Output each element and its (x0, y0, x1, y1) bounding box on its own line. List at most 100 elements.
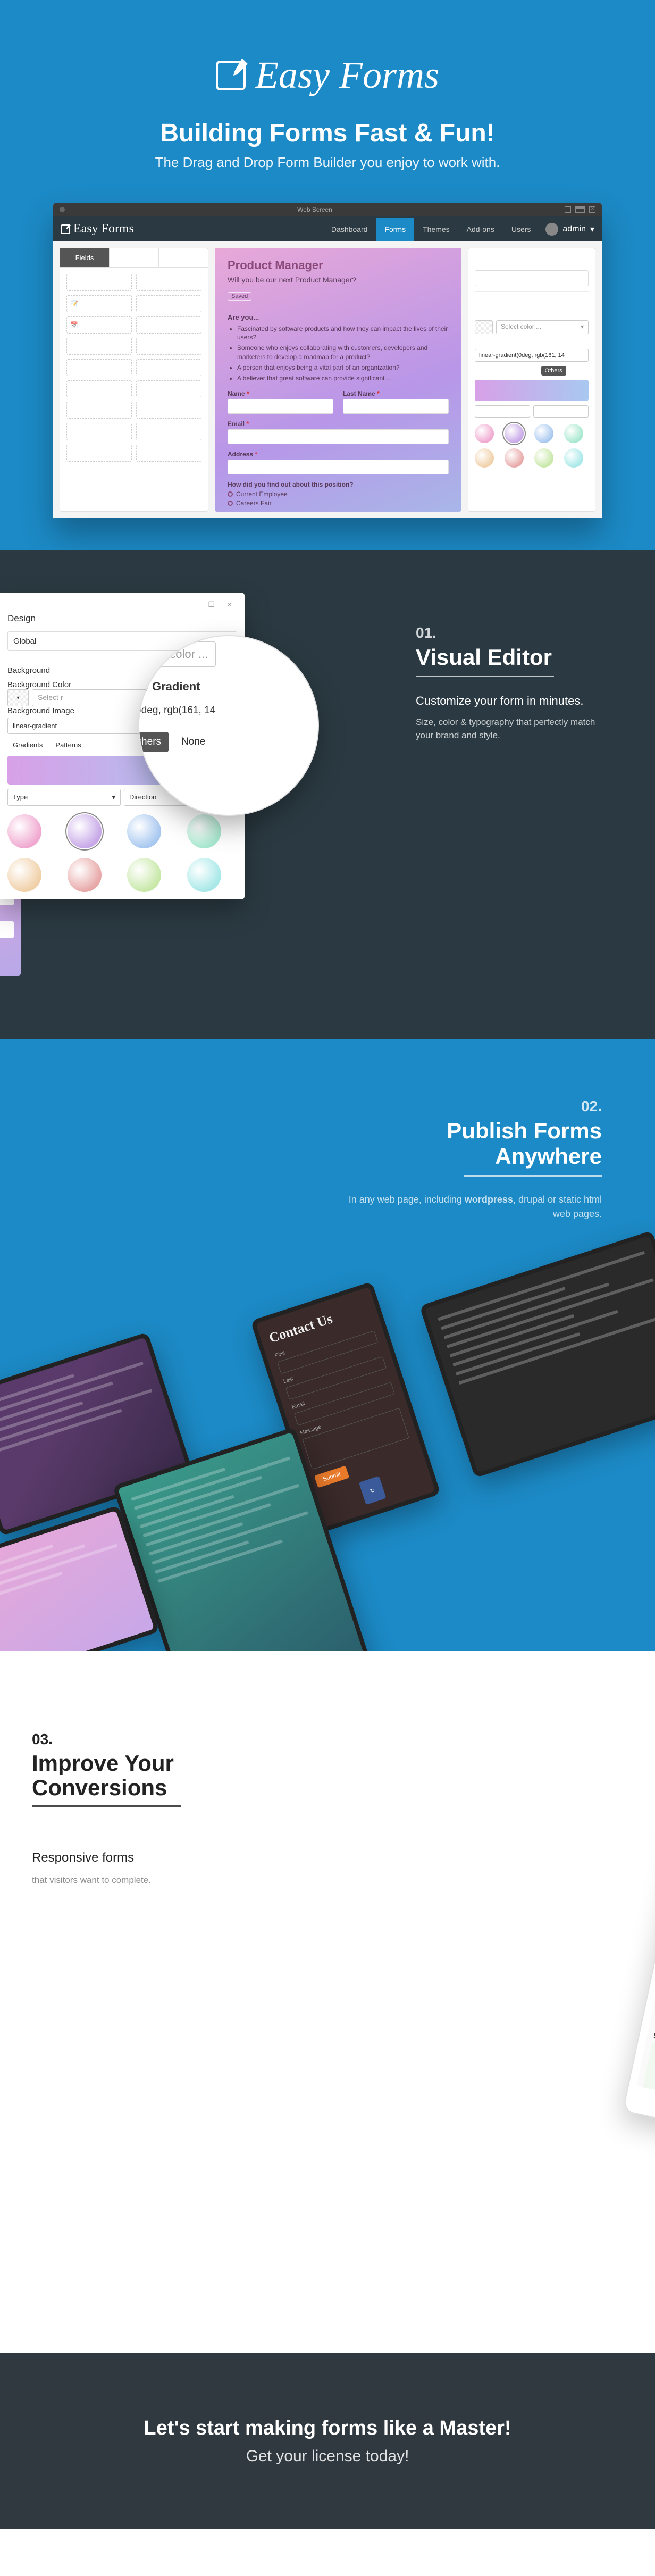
gradient-swatch[interactable] (127, 858, 161, 892)
tab-others[interactable]: Others (138, 732, 169, 752)
gradient-swatch[interactable] (534, 424, 553, 443)
field-item[interactable]: ⬆File Upload (136, 380, 201, 397)
field-item[interactable]: ✔Submit (136, 445, 201, 462)
nav-users[interactable]: Users (503, 218, 540, 241)
field-icon: ✉ (140, 321, 147, 329)
gradient-swatches (475, 424, 589, 468)
field-item[interactable]: ◉Radio Buttons (66, 359, 132, 376)
tablet-analytics: Easy Forms Stats Submissions Performance… (623, 1778, 655, 2164)
direction-select[interactable]: Direction▾ (533, 405, 589, 418)
tab-code[interactable]: Code (159, 248, 208, 267)
address-input[interactable] (228, 460, 449, 474)
gradient-input[interactable]: linear-gradient(0deg, rgb(161, 14 (475, 349, 589, 362)
q1-list: Fascinated by software products and how … (237, 324, 449, 382)
tab-settings[interactable]: Settings (110, 248, 159, 267)
color-select-zoom[interactable]: . color ... (155, 641, 216, 667)
gradient-swatch[interactable] (564, 424, 583, 443)
type-select[interactable]: Type▾ (475, 405, 530, 418)
nav-addons[interactable]: Add-ons (458, 218, 503, 241)
tab-none[interactable]: None (174, 732, 213, 752)
field-item[interactable]: ✎Signature (66, 445, 132, 462)
color-swatch[interactable]: ▾ (475, 320, 493, 334)
field-item[interactable]: ☑Checkboxes (136, 338, 201, 355)
field-icon: ✎ (70, 449, 78, 457)
hero-subtitle: The Drag and Drop Form Builder you enjoy… (21, 154, 634, 171)
field-item[interactable]: ¶Paragraph (136, 274, 201, 291)
bgimage-label: Background Image / Gradient (475, 339, 589, 347)
color-select[interactable]: Select color ...▾ (496, 320, 589, 334)
tab-patterns[interactable]: Patterns (50, 738, 86, 752)
tab-gradients[interactable]: Gradients (7, 738, 48, 752)
section-title: Publish FormsAnywhere (336, 1118, 602, 1170)
nav-dashboard[interactable]: Dashboard (323, 218, 376, 241)
bgcolor-label: Background Color (475, 311, 589, 318)
gradient-swatch[interactable] (7, 858, 41, 892)
gradient-swatch[interactable] (505, 424, 524, 443)
field-item[interactable]: ⎵Spacer (136, 423, 201, 440)
form-subtitle: Will you be our next Product Manager? (228, 276, 449, 284)
nav-themes[interactable]: Themes (414, 218, 458, 241)
form-canvas[interactable]: Product Manager Will you be our next Pro… (215, 248, 461, 512)
design-title: Design (475, 255, 589, 264)
field-item[interactable]: ⤓Page Break (66, 423, 132, 440)
tab-fields[interactable]: Fields (60, 248, 110, 267)
minimize-icon (565, 206, 571, 213)
field-icon: … (70, 385, 78, 393)
field-item[interactable]: ↻reCaptcha (136, 402, 201, 419)
type-select[interactable]: Type▾ (7, 789, 121, 806)
radio-option[interactable]: Current Employee (228, 490, 449, 498)
field-item[interactable]: ✉Email Field (136, 316, 201, 334)
field-item[interactable]: 📅Date Field (66, 316, 132, 334)
app-window: Web Screen Easy Forms Dashboard Forms Th… (53, 203, 602, 518)
section-lead: Responsive forms (32, 1849, 223, 1866)
name-input[interactable] (228, 399, 333, 414)
field-icon: 📅 (70, 321, 78, 329)
app-brand[interactable]: Easy Forms (61, 216, 134, 241)
gradient-label-zoom: ge / Gradient (138, 680, 319, 694)
gradient-swatch[interactable] (534, 448, 553, 468)
tab-others[interactable]: Others (541, 366, 566, 376)
tab-patterns[interactable]: Patterns (510, 366, 539, 376)
gradient-swatch[interactable] (475, 448, 494, 468)
gradient-swatch[interactable] (564, 448, 583, 468)
field-item[interactable]: HHeading (66, 274, 132, 291)
tab-none[interactable]: None (568, 366, 590, 376)
field-item[interactable]: ▾Select List (136, 359, 201, 376)
field-item[interactable]: 📝Text Field (66, 295, 132, 312)
gradient-swatch[interactable] (68, 814, 102, 848)
window-controls[interactable] (565, 206, 595, 213)
chevron-down-icon: ▾ (483, 324, 485, 330)
gradient-swatch[interactable] (475, 424, 494, 443)
field-icon: ¶ (140, 279, 147, 286)
field-item[interactable]: ☰Text Area (66, 338, 132, 355)
gradient-swatch[interactable] (68, 858, 102, 892)
radio-option[interactable]: Careers Fair (228, 499, 449, 507)
lastname-input[interactable] (343, 399, 449, 414)
gradient-swatch[interactable] (7, 814, 41, 848)
window-title: Web Screen (297, 206, 332, 213)
gradient-swatch[interactable] (505, 448, 524, 468)
tab-gradients[interactable]: Gradients (475, 366, 508, 376)
chevron-down-icon: ▾ (590, 224, 594, 235)
window-dots (60, 207, 65, 212)
field-item[interactable]: №Number Field (136, 295, 201, 312)
recaptcha-icon[interactable]: ↻ (359, 1475, 387, 1504)
app-navbar: Easy Forms Dashboard Forms Themes Add-on… (53, 216, 602, 241)
gradient-swatch[interactable] (127, 814, 161, 848)
brand-logo: Easy Forms (216, 53, 439, 97)
scope-select[interactable]: Global▾ (475, 270, 589, 286)
email-input[interactable] (228, 429, 449, 444)
magnifier-lens: . color ... ge / Gradient nt(0deg, rgb(1… (138, 635, 319, 816)
gradient-swatch[interactable] (187, 814, 221, 848)
field-item[interactable]: Snippet (66, 402, 132, 419)
gradient-swatch[interactable] (187, 858, 221, 892)
field-item[interactable]: …Hidden Field (66, 380, 132, 397)
user-menu[interactable]: admin ▾ (545, 223, 594, 236)
gradient-input-zoom[interactable]: nt(0deg, rgb(161, 14 (138, 699, 319, 722)
gradient-tabs-zoom: Others None (138, 732, 319, 752)
visual-text: 01. Visual Editor Customize your form in… (416, 624, 597, 743)
hero-section: Easy Forms Building Forms Fast & Fun! Th… (0, 0, 655, 550)
color-swatch[interactable]: ▾ (7, 689, 29, 706)
nav-forms[interactable]: Forms (376, 218, 414, 241)
contact-submit-button[interactable]: Submit (314, 1465, 350, 1488)
